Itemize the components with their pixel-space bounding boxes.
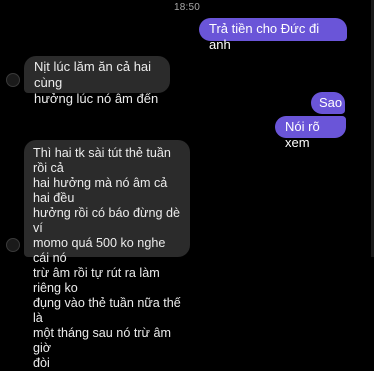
message-bubble-sent[interactable]: Nói rõ xem [275, 116, 346, 150]
contact-avatar[interactable] [6, 238, 20, 252]
message-bubble-received[interactable]: Thì hai tk sài tút thẻ tuần rồi cả hai h… [24, 140, 190, 370]
message-bubble-sent[interactable]: Trả tiền cho Đức đi anh [199, 18, 347, 52]
status-bar-time: 18:50 [173, 2, 201, 13]
message-bubble-sent[interactable]: Sao [311, 92, 345, 114]
message-bubble-received[interactable]: Nịt lúc lăm ăn cả hai cùng hưởng lúc nó … [24, 56, 170, 106]
contact-avatar[interactable] [6, 73, 20, 87]
